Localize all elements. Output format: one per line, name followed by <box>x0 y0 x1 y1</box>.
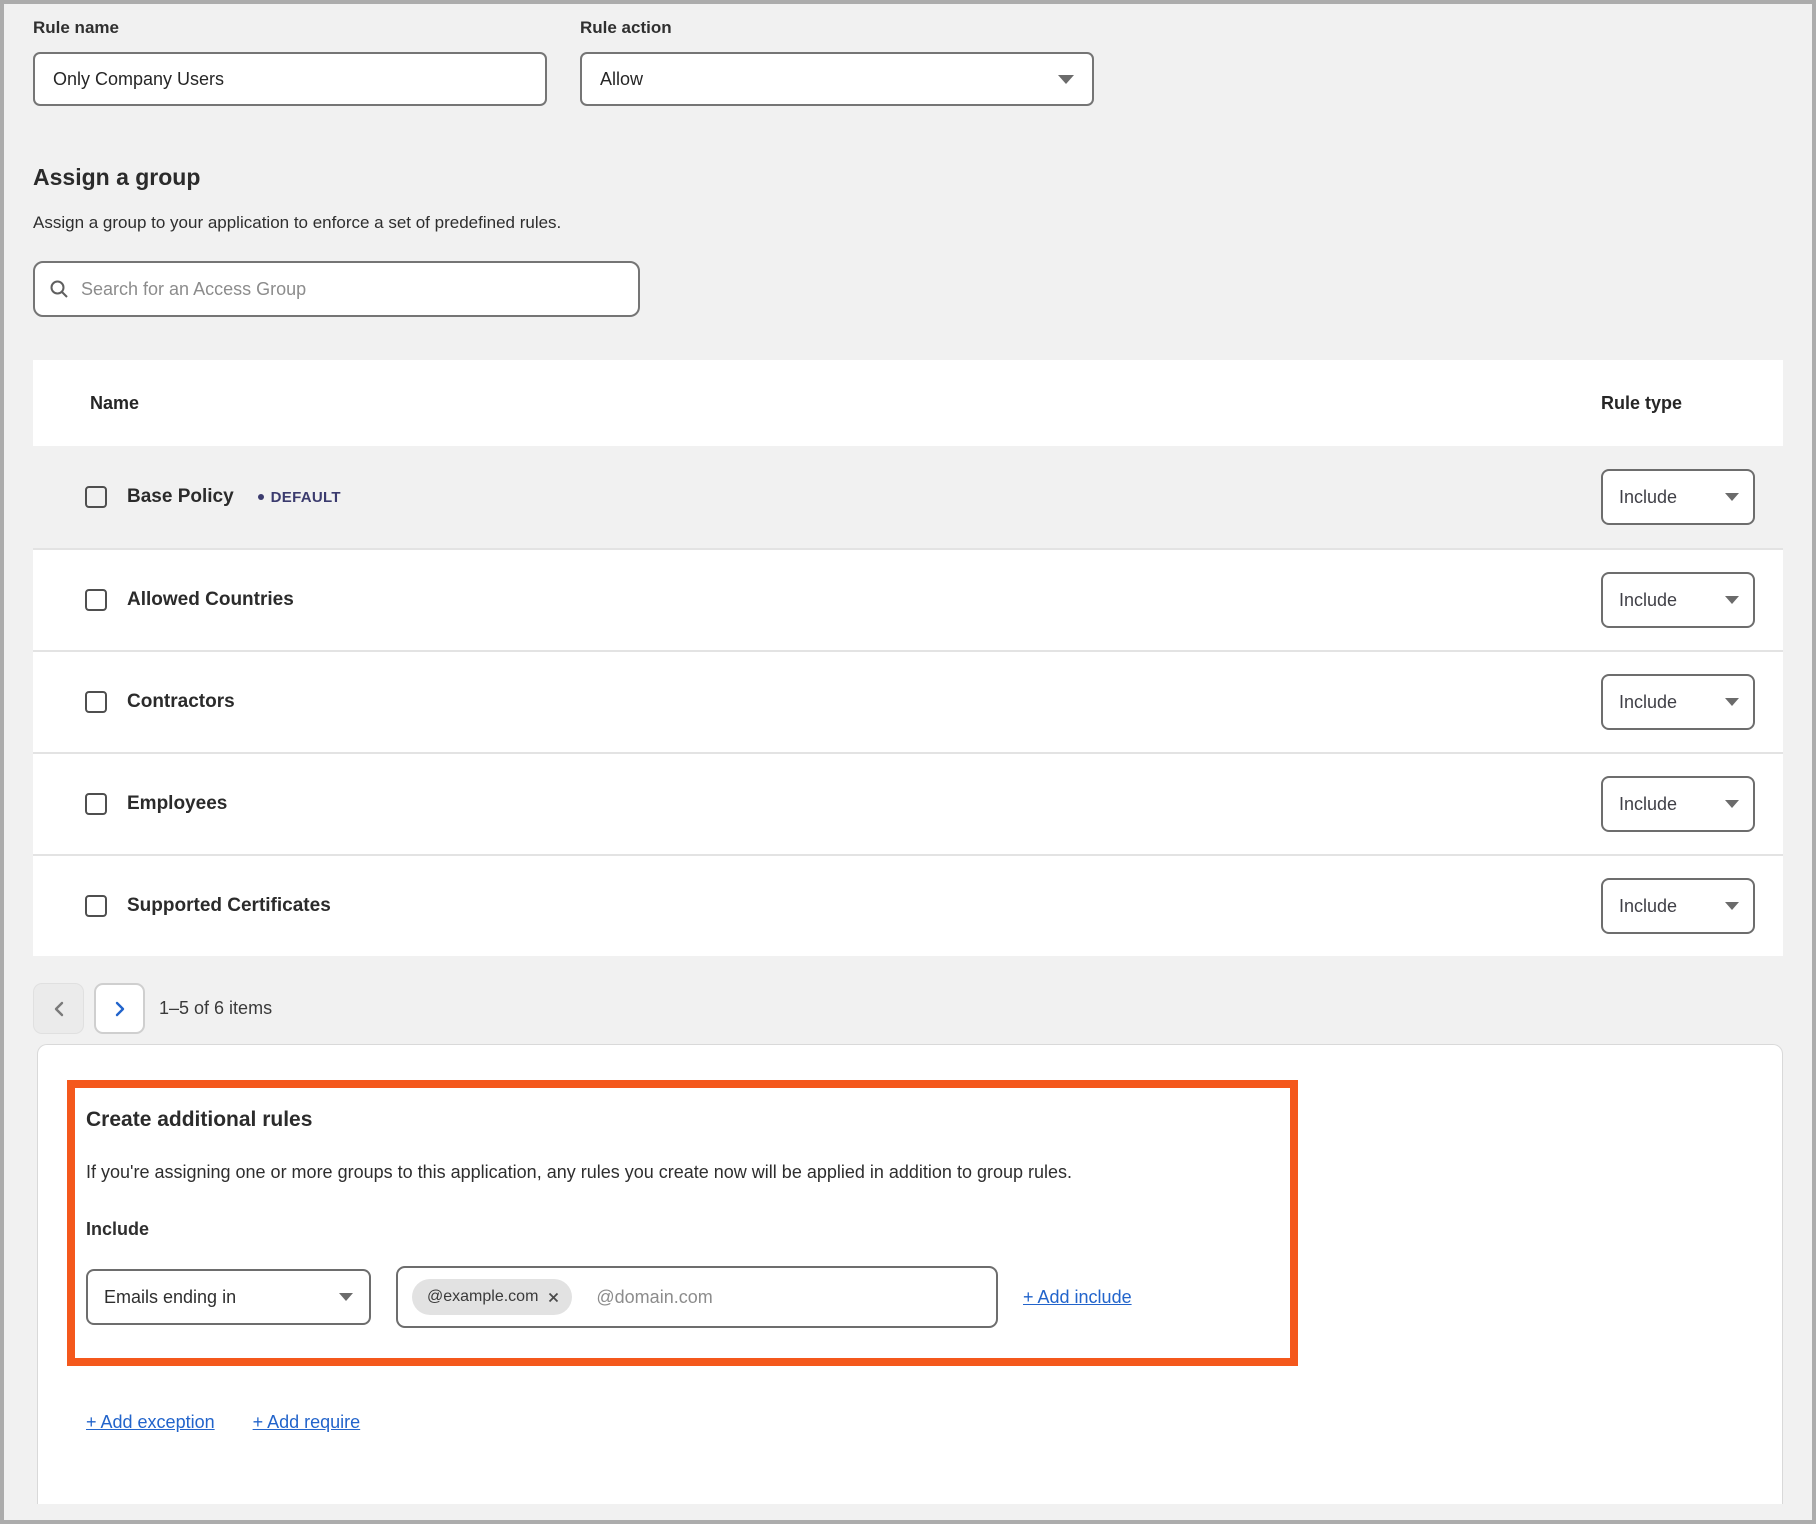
create-additional-rules-highlight: Create additional rules If you're assign… <box>67 1080 1298 1366</box>
rule-type-select[interactable]: Include <box>1601 776 1755 832</box>
table-row: Employees Include <box>33 752 1783 854</box>
rule-type-cell: Include <box>1601 776 1783 832</box>
chevron-down-icon <box>1725 493 1739 501</box>
add-exception-link[interactable]: + Add exception <box>86 1412 215 1433</box>
chevron-down-icon <box>1058 75 1074 84</box>
column-header-rule-type: Rule type <box>1601 393 1783 414</box>
rule-type-value: Include <box>1619 692 1677 713</box>
chevron-down-icon <box>1725 596 1739 604</box>
group-name: Employees <box>127 793 227 815</box>
row-checkbox[interactable] <box>85 793 107 815</box>
rule-type-select[interactable]: Include <box>1601 572 1755 628</box>
rule-type-value: Include <box>1619 487 1677 508</box>
rule-criteria-select[interactable]: Emails ending in <box>86 1269 371 1325</box>
group-name: Base Policy <box>127 486 234 508</box>
chevron-down-icon <box>1725 902 1739 910</box>
row-name-cell: Base Policy DEFAULT <box>33 486 1601 508</box>
row-name-cell: Supported Certificates <box>33 895 1601 917</box>
chevron-down-icon <box>1725 698 1739 706</box>
badge-dot-icon <box>258 494 264 500</box>
row-checkbox[interactable] <box>85 486 107 508</box>
row-name-cell: Allowed Countries <box>33 589 1601 611</box>
default-badge: DEFAULT <box>258 489 341 506</box>
access-rule-page: Rule name Rule action Allow Assign a gro… <box>0 0 1816 1524</box>
column-header-name: Name <box>33 393 1601 414</box>
rule-type-select[interactable]: Include <box>1601 469 1755 525</box>
chevron-down-icon <box>339 1293 353 1301</box>
row-checkbox[interactable] <box>85 691 107 713</box>
assign-group-heading: Assign a group <box>33 164 1812 191</box>
rule-type-value: Include <box>1619 590 1677 611</box>
row-checkbox[interactable] <box>85 589 107 611</box>
rule-type-cell: Include <box>1601 674 1783 730</box>
additional-rules-panel: Create additional rules If you're assign… <box>37 1044 1783 1504</box>
chip-label: @example.com <box>427 1288 538 1306</box>
email-domain-tag-input[interactable]: @example.com <box>396 1266 998 1328</box>
rule-action-label: Rule action <box>580 18 1094 38</box>
previous-page-button[interactable] <box>33 983 84 1034</box>
rule-form: Rule name Rule action Allow <box>33 18 1812 106</box>
rule-type-select[interactable]: Include <box>1601 878 1755 934</box>
rule-type-select[interactable]: Include <box>1601 674 1755 730</box>
rule-type-cell: Include <box>1601 572 1783 628</box>
search-icon <box>49 279 69 299</box>
email-domain-input[interactable] <box>596 1287 986 1308</box>
chevron-down-icon <box>1725 800 1739 808</box>
group-name: Supported Certificates <box>127 895 331 917</box>
add-require-link[interactable]: + Add require <box>253 1412 361 1433</box>
row-name-cell: Employees <box>33 793 1601 815</box>
group-name: Contractors <box>127 691 235 713</box>
email-domain-chip: @example.com <box>412 1279 572 1315</box>
group-name: Allowed Countries <box>127 589 294 611</box>
rule-name-field-group: Rule name <box>33 18 547 106</box>
next-page-button[interactable] <box>94 983 145 1034</box>
additional-rules-description: If you're assigning one or more groups t… <box>86 1162 1270 1183</box>
chevron-right-icon <box>113 1000 127 1018</box>
table-row: Supported Certificates Include <box>33 854 1783 956</box>
pagination: 1–5 of 6 items <box>33 983 1812 1034</box>
include-rule-controls: Emails ending in @example.com <box>86 1266 1270 1328</box>
table-row: Contractors Include <box>33 650 1783 752</box>
rule-name-label: Rule name <box>33 18 547 38</box>
add-include-link[interactable]: + Add include <box>1023 1287 1132 1308</box>
table-row: Base Policy DEFAULT Include <box>33 446 1783 548</box>
table-row: Allowed Countries Include <box>33 548 1783 650</box>
access-group-search[interactable] <box>33 261 640 317</box>
chevron-left-icon <box>52 1000 66 1018</box>
row-checkbox[interactable] <box>85 895 107 917</box>
rule-type-value: Include <box>1619 896 1677 917</box>
additional-rules-heading: Create additional rules <box>86 1108 1270 1132</box>
badge-label: DEFAULT <box>271 489 341 506</box>
rule-type-value: Include <box>1619 794 1677 815</box>
remove-chip-button[interactable] <box>548 1292 559 1303</box>
rule-name-input[interactable] <box>33 52 547 106</box>
rule-action-value: Allow <box>600 69 643 90</box>
row-name-cell: Contractors <box>33 691 1601 713</box>
access-groups-table: Name Rule type Base Policy DEFAULT Inclu… <box>33 360 1783 956</box>
rule-action-field-group: Rule action Allow <box>580 18 1094 106</box>
include-section-label: Include <box>86 1219 1270 1240</box>
pagination-label: 1–5 of 6 items <box>159 998 272 1019</box>
close-icon <box>548 1292 559 1303</box>
assign-group-description: Assign a group to your application to en… <box>33 213 1812 233</box>
rule-type-cell: Include <box>1601 878 1783 934</box>
table-header: Name Rule type <box>33 360 1783 446</box>
rule-criteria-value: Emails ending in <box>104 1287 236 1308</box>
rule-action-select[interactable]: Allow <box>580 52 1094 106</box>
rule-links-row: + Add exception + Add require <box>86 1412 1782 1433</box>
search-input[interactable] <box>81 263 624 315</box>
rule-type-cell: Include <box>1601 469 1783 525</box>
